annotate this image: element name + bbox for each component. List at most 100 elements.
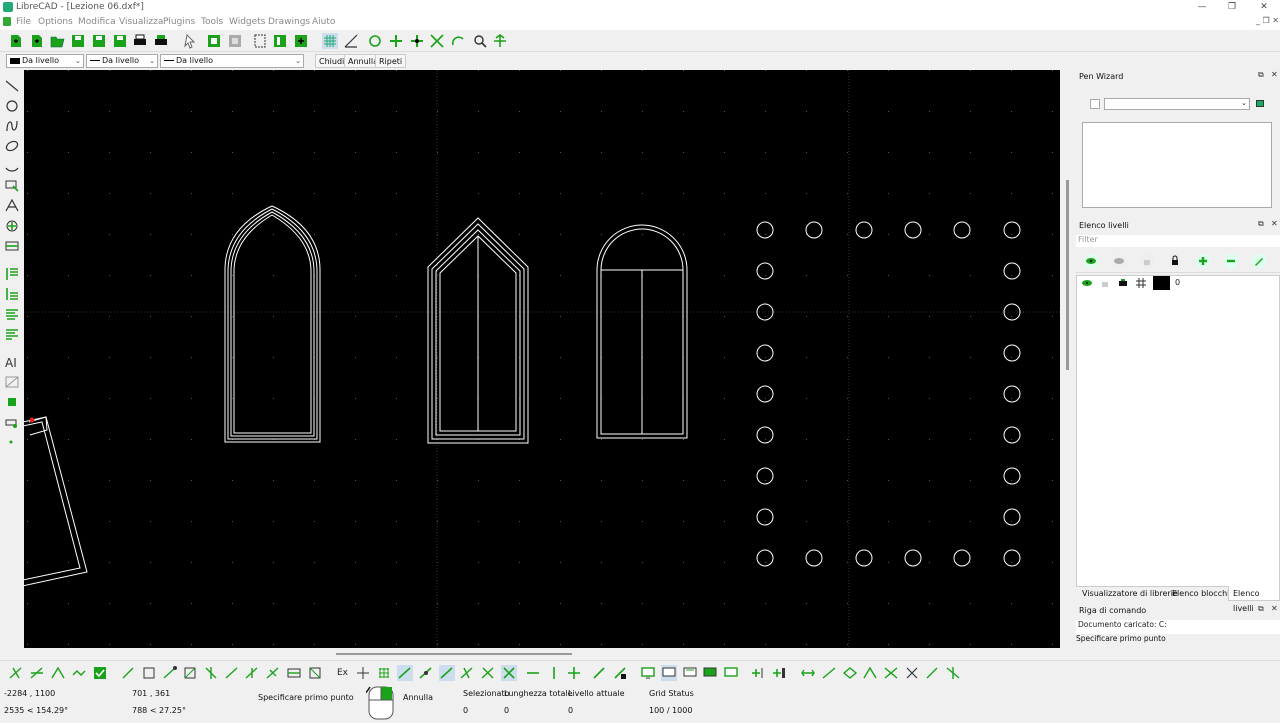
paste-clipboard-icon[interactable]	[227, 33, 243, 49]
circle-entity[interactable]	[756, 508, 774, 526]
align-tool-icon[interactable]	[4, 286, 20, 302]
gothic-window[interactable]	[224, 205, 321, 443]
snap-distance-icon[interactable]	[71, 665, 87, 681]
linetype-select[interactable]: Da livello ⌄	[86, 54, 158, 68]
snap-middle-icon[interactable]	[224, 665, 240, 681]
circle-entity[interactable]	[756, 426, 774, 444]
layer-tool-icon[interactable]	[4, 326, 20, 342]
circle-entity[interactable]	[1003, 467, 1021, 485]
circle-entity[interactable]	[855, 221, 873, 239]
circle-entity[interactable]	[953, 221, 971, 239]
block-insert-icon[interactable]	[771, 665, 787, 681]
linewidth-select[interactable]: Da livello ⌄	[160, 54, 304, 68]
line-tool-icon[interactable]	[4, 78, 20, 94]
snap-multiple-icon[interactable]	[50, 665, 66, 681]
image-tool-icon[interactable]	[4, 374, 20, 390]
save-icon[interactable]	[70, 33, 86, 49]
menu-options[interactable]: Options	[38, 17, 73, 27]
dim-angular-icon[interactable]	[862, 665, 878, 681]
print-preview-icon[interactable]	[153, 33, 169, 49]
circle-entity[interactable]	[1003, 385, 1021, 403]
measure-angle-icon[interactable]	[924, 665, 940, 681]
dot-icon[interactable]	[4, 434, 20, 450]
dim-leader-icon[interactable]	[883, 665, 899, 681]
zoom-window-icon[interactable]	[472, 33, 488, 49]
measure-distance-icon[interactable]	[904, 665, 920, 681]
snap-free-cross-icon[interactable]	[355, 665, 371, 681]
hatch-tool-icon[interactable]	[4, 266, 20, 282]
redo-button[interactable]: Ripeti	[375, 54, 407, 68]
restrict-orthogonal-icon[interactable]	[566, 665, 582, 681]
zoom-pan-icon[interactable]	[492, 33, 508, 49]
dim-aligned-icon[interactable]	[821, 665, 837, 681]
circle-entity[interactable]	[855, 549, 873, 567]
print-icon[interactable]	[132, 33, 148, 49]
circle-entity[interactable]	[1003, 508, 1021, 526]
restrict-horizontal-icon[interactable]	[525, 665, 541, 681]
circle-entity[interactable]	[756, 385, 774, 403]
scroll-thumb[interactable]	[1066, 180, 1069, 370]
command-prompt[interactable]: Specificare primo punto	[1076, 634, 1280, 646]
order-tool-icon[interactable]	[4, 306, 20, 322]
circle-entity[interactable]	[1003, 549, 1021, 567]
mdi-controls-icon[interactable]: _ ❐ ✕	[1256, 16, 1279, 25]
select-tool-icon[interactable]	[4, 178, 20, 194]
save-as-icon[interactable]	[91, 33, 107, 49]
layer-row[interactable]: 0	[1077, 276, 1279, 290]
show-all-eye-icon[interactable]	[1084, 254, 1098, 268]
snap-entity-icon[interactable]	[182, 665, 198, 681]
dim-linear-icon[interactable]	[800, 665, 816, 681]
pen-list-box[interactable]	[1082, 122, 1272, 208]
circle-entity[interactable]	[953, 549, 971, 567]
snap-distance-point-icon[interactable]	[480, 665, 496, 681]
circle-entity[interactable]	[1003, 262, 1021, 280]
close-icon[interactable]: ✕	[1271, 219, 1278, 228]
circle-entity[interactable]	[904, 549, 922, 567]
open-folder-icon[interactable]	[50, 33, 66, 49]
tab-block-list[interactable]: Elenco blocchi	[1168, 586, 1233, 601]
layer-construction-icon[interactable]	[1135, 277, 1147, 292]
view-status-icon[interactable]	[682, 665, 698, 681]
drawing-canvas[interactable]	[24, 70, 1060, 648]
layer-visible-eye-icon[interactable]	[1081, 277, 1093, 292]
circle-grid[interactable]	[756, 221, 1021, 567]
snap-intersection-icon[interactable]	[8, 665, 24, 681]
circle-entity[interactable]	[756, 221, 774, 239]
text-tool-icon[interactable]: AI	[4, 354, 20, 370]
snap-grid-points-icon[interactable]	[376, 665, 392, 681]
circle-entity[interactable]	[1003, 426, 1021, 444]
zoom-out-icon[interactable]	[409, 33, 425, 49]
float-icon[interactable]: ⧉	[1258, 70, 1264, 80]
point-tool-icon[interactable]	[4, 414, 20, 430]
curve-tool-icon[interactable]	[4, 118, 20, 134]
vertical-scrollbar[interactable]	[1064, 70, 1072, 650]
copy-clipboard-icon[interactable]	[206, 33, 222, 49]
pointed-window[interactable]	[427, 217, 529, 444]
circle-tool-icon[interactable]	[4, 98, 20, 114]
polyline-tool-icon[interactable]	[4, 158, 20, 174]
circle-entity[interactable]	[805, 549, 823, 567]
menu-modifica[interactable]: Modifica	[78, 17, 116, 27]
layer-color-swatch[interactable]	[1153, 276, 1170, 290]
menu-aiuto[interactable]: Aiuto	[312, 17, 335, 27]
block-icon[interactable]	[272, 33, 288, 49]
grid-icon[interactable]	[322, 33, 338, 49]
circle-entity[interactable]	[756, 467, 774, 485]
snap-free-icon[interactable]	[120, 665, 136, 681]
menu-visualizza[interactable]: Visualizza	[119, 17, 163, 27]
tab-layer-list[interactable]: Elenco livelli	[1228, 586, 1280, 613]
remove-layer-icon[interactable]	[1224, 254, 1238, 268]
circle-entity[interactable]	[904, 221, 922, 239]
menu-tools[interactable]: Tools	[201, 17, 223, 27]
exclusive-snap-toggle[interactable]: Ex	[337, 668, 348, 678]
view-fullscreen-icon[interactable]	[723, 665, 739, 681]
zoom-auto-icon[interactable]	[429, 33, 445, 49]
menu-plugins[interactable]: Plugins	[163, 17, 195, 27]
horizontal-scrollbar[interactable]	[24, 650, 1064, 658]
unlock-all-icon[interactable]	[1140, 254, 1154, 268]
add-block-icon[interactable]	[293, 33, 309, 49]
circle-entity[interactable]	[805, 221, 823, 239]
palette-select[interactable]: ⌄	[1104, 98, 1250, 110]
ellipse-tool-icon[interactable]	[4, 138, 20, 154]
add-layer-icon[interactable]	[1196, 254, 1210, 268]
